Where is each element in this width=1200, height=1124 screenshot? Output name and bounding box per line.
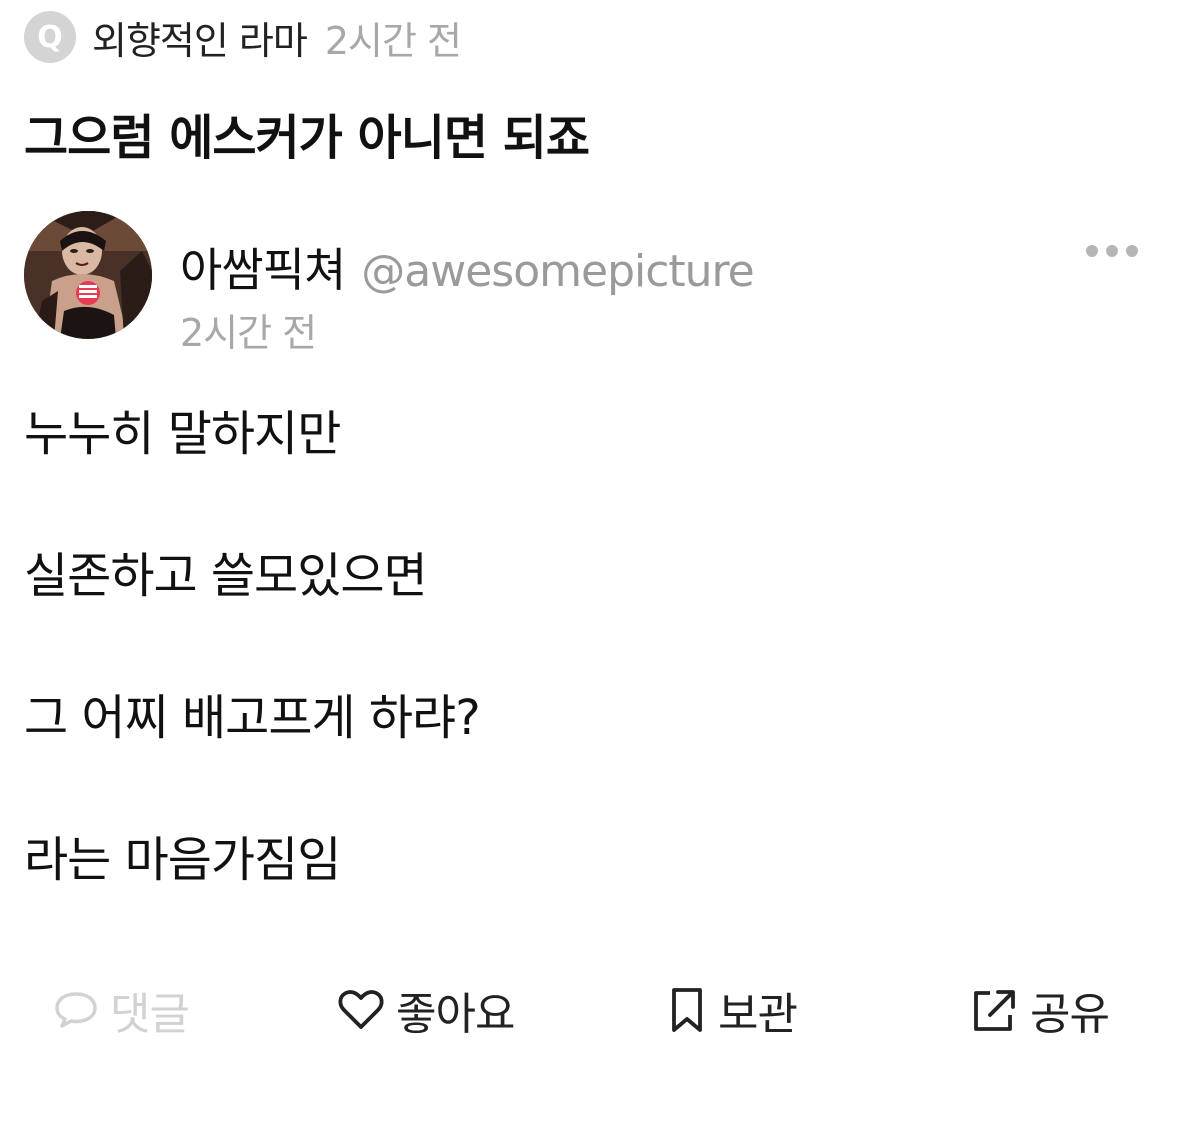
asker-name[interactable]: 외향적인 라마 bbox=[92, 10, 308, 65]
author-name[interactable]: 아쌈픽쳐 bbox=[180, 234, 346, 300]
more-options-icon[interactable] bbox=[1086, 238, 1138, 264]
save-button[interactable]: 보관 bbox=[666, 980, 798, 1040]
answer-body-line-4: 라는 마음가짐임 bbox=[24, 832, 341, 888]
share-label: 공유 bbox=[1030, 989, 1110, 1040]
answer-body-line-2: 실존하고 쓸모있으면 bbox=[24, 548, 428, 604]
author-handle[interactable]: @awesomepicture bbox=[361, 246, 754, 297]
comment-button[interactable]: 댓글 bbox=[52, 980, 190, 1040]
more-dot bbox=[1126, 245, 1138, 257]
avatar-image bbox=[24, 211, 152, 339]
more-dot bbox=[1106, 245, 1118, 257]
answer-timestamp: 2시간 전 bbox=[180, 311, 317, 355]
question-text: 그으럼 에스커가 아니면 되죠 bbox=[24, 110, 590, 166]
share-icon bbox=[974, 990, 1015, 1031]
answer-body-line-3: 그 어찌 배고프게 하랴? bbox=[24, 690, 481, 746]
comment-label: 댓글 bbox=[110, 989, 190, 1040]
question-meta: Q 외향적인 라마 2시간 전 bbox=[24, 10, 462, 65]
share-button[interactable]: 공유 bbox=[968, 980, 1110, 1040]
like-label: 좋아요 bbox=[396, 989, 515, 1040]
like-button[interactable]: 좋아요 bbox=[336, 980, 515, 1040]
author-line: 아쌈픽쳐 @awesomepicture bbox=[180, 234, 755, 300]
more-dot bbox=[1086, 245, 1098, 257]
bookmark-icon bbox=[672, 988, 702, 1032]
avatar[interactable] bbox=[24, 211, 152, 339]
answer-body-line-1: 누누히 말하지만 bbox=[24, 406, 341, 462]
question-badge-icon: Q bbox=[24, 11, 76, 63]
question-timestamp: 2시간 전 bbox=[324, 18, 462, 63]
speech-bubble-icon bbox=[55, 992, 97, 1028]
heart-icon bbox=[338, 990, 384, 1029]
save-label: 보관 bbox=[718, 989, 798, 1040]
